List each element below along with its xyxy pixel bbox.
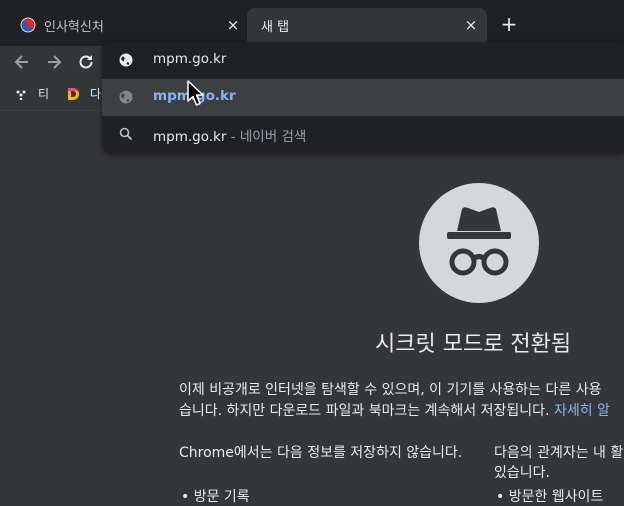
incognito-icon [447,207,511,276]
forward-arrow-icon[interactable] [44,52,64,72]
bookmark-label: 티 [38,87,50,101]
not-saved-heading: Chrome에서는 다음 정보를 저장하지 않습니다. [179,445,463,461]
tab-close-button[interactable]: × [225,17,241,33]
description-line: 이제 비공개로 인터넷을 탐색할 수 있으며, 이 기기를 사용하는 다른 사용 [179,382,602,398]
tab-strip: 인사혁신처 × 새 탭 × + [0,0,624,46]
description-text: 습니다. 하지만 다운로드 파일과 북마크는 계속해서 저장됩니다. [179,403,554,419]
search-icon [119,127,133,141]
learn-more-link[interactable]: 자세히 알 [554,403,610,419]
visible-to-heading: 다음의 관계자는 내 활 있습니다. [494,443,624,483]
description-line: 습니다. 하지만 다운로드 파일과 북마크는 계속해서 저장됩니다. 자세히 알 [179,401,624,422]
back-arrow-icon[interactable] [12,52,32,72]
new-tab-button[interactable]: + [499,14,519,34]
address-bar-input[interactable]: mpm.go.kr [102,42,624,79]
suggestion-query: mpm.go.kr [153,129,227,145]
address-input-text: mpm.go.kr [153,51,227,67]
incognito-description: 이제 비공개로 인터넷을 탐색할 수 있으며, 이 기기를 사용하는 다른 사용… [179,380,624,422]
suggestion-separator: - [226,129,240,145]
visible-to-line: 다음의 관계자는 내 활 [494,445,624,461]
mouse-cursor-icon [187,80,204,106]
not-saved-bullet: • 방문 기록 [181,489,250,505]
suggestion-url[interactable]: mpm.go.kr [102,79,624,116]
suggestion-search[interactable]: mpm.go.kr - 네이버 검색 [102,116,624,153]
korea-emblem-icon [20,17,36,33]
tab-close-button[interactable]: × [463,17,479,33]
dots-icon [16,90,26,100]
bookmark-label: 다 [90,87,102,101]
tab-title: 새 탭 [261,20,290,35]
tab-title: 인사혁신처 [44,20,104,35]
globe-icon [119,53,133,67]
page-title: 시크릿 모드로 전환됨 [375,332,572,357]
search-engine-name: 네이버 검색 [239,129,307,145]
tab-mpm[interactable]: 인사혁신처 × [0,8,245,42]
reload-icon[interactable] [76,52,96,72]
globe-icon [119,90,133,104]
visible-to-bullet: • 방문한 웹사이트 [496,489,604,505]
visible-to-line: 있습니다. [494,465,550,481]
tab-new-tab[interactable]: 새 탭 × [247,8,487,42]
daum-logo-icon [68,88,79,100]
incognito-badge [419,183,539,303]
suggestion-label: mpm.go.kr - 네이버 검색 [153,125,306,145]
omnibox-dropdown: mpm.go.kr mpm.go.kr mpm.go.kr - 네이버 검색 [102,42,624,153]
